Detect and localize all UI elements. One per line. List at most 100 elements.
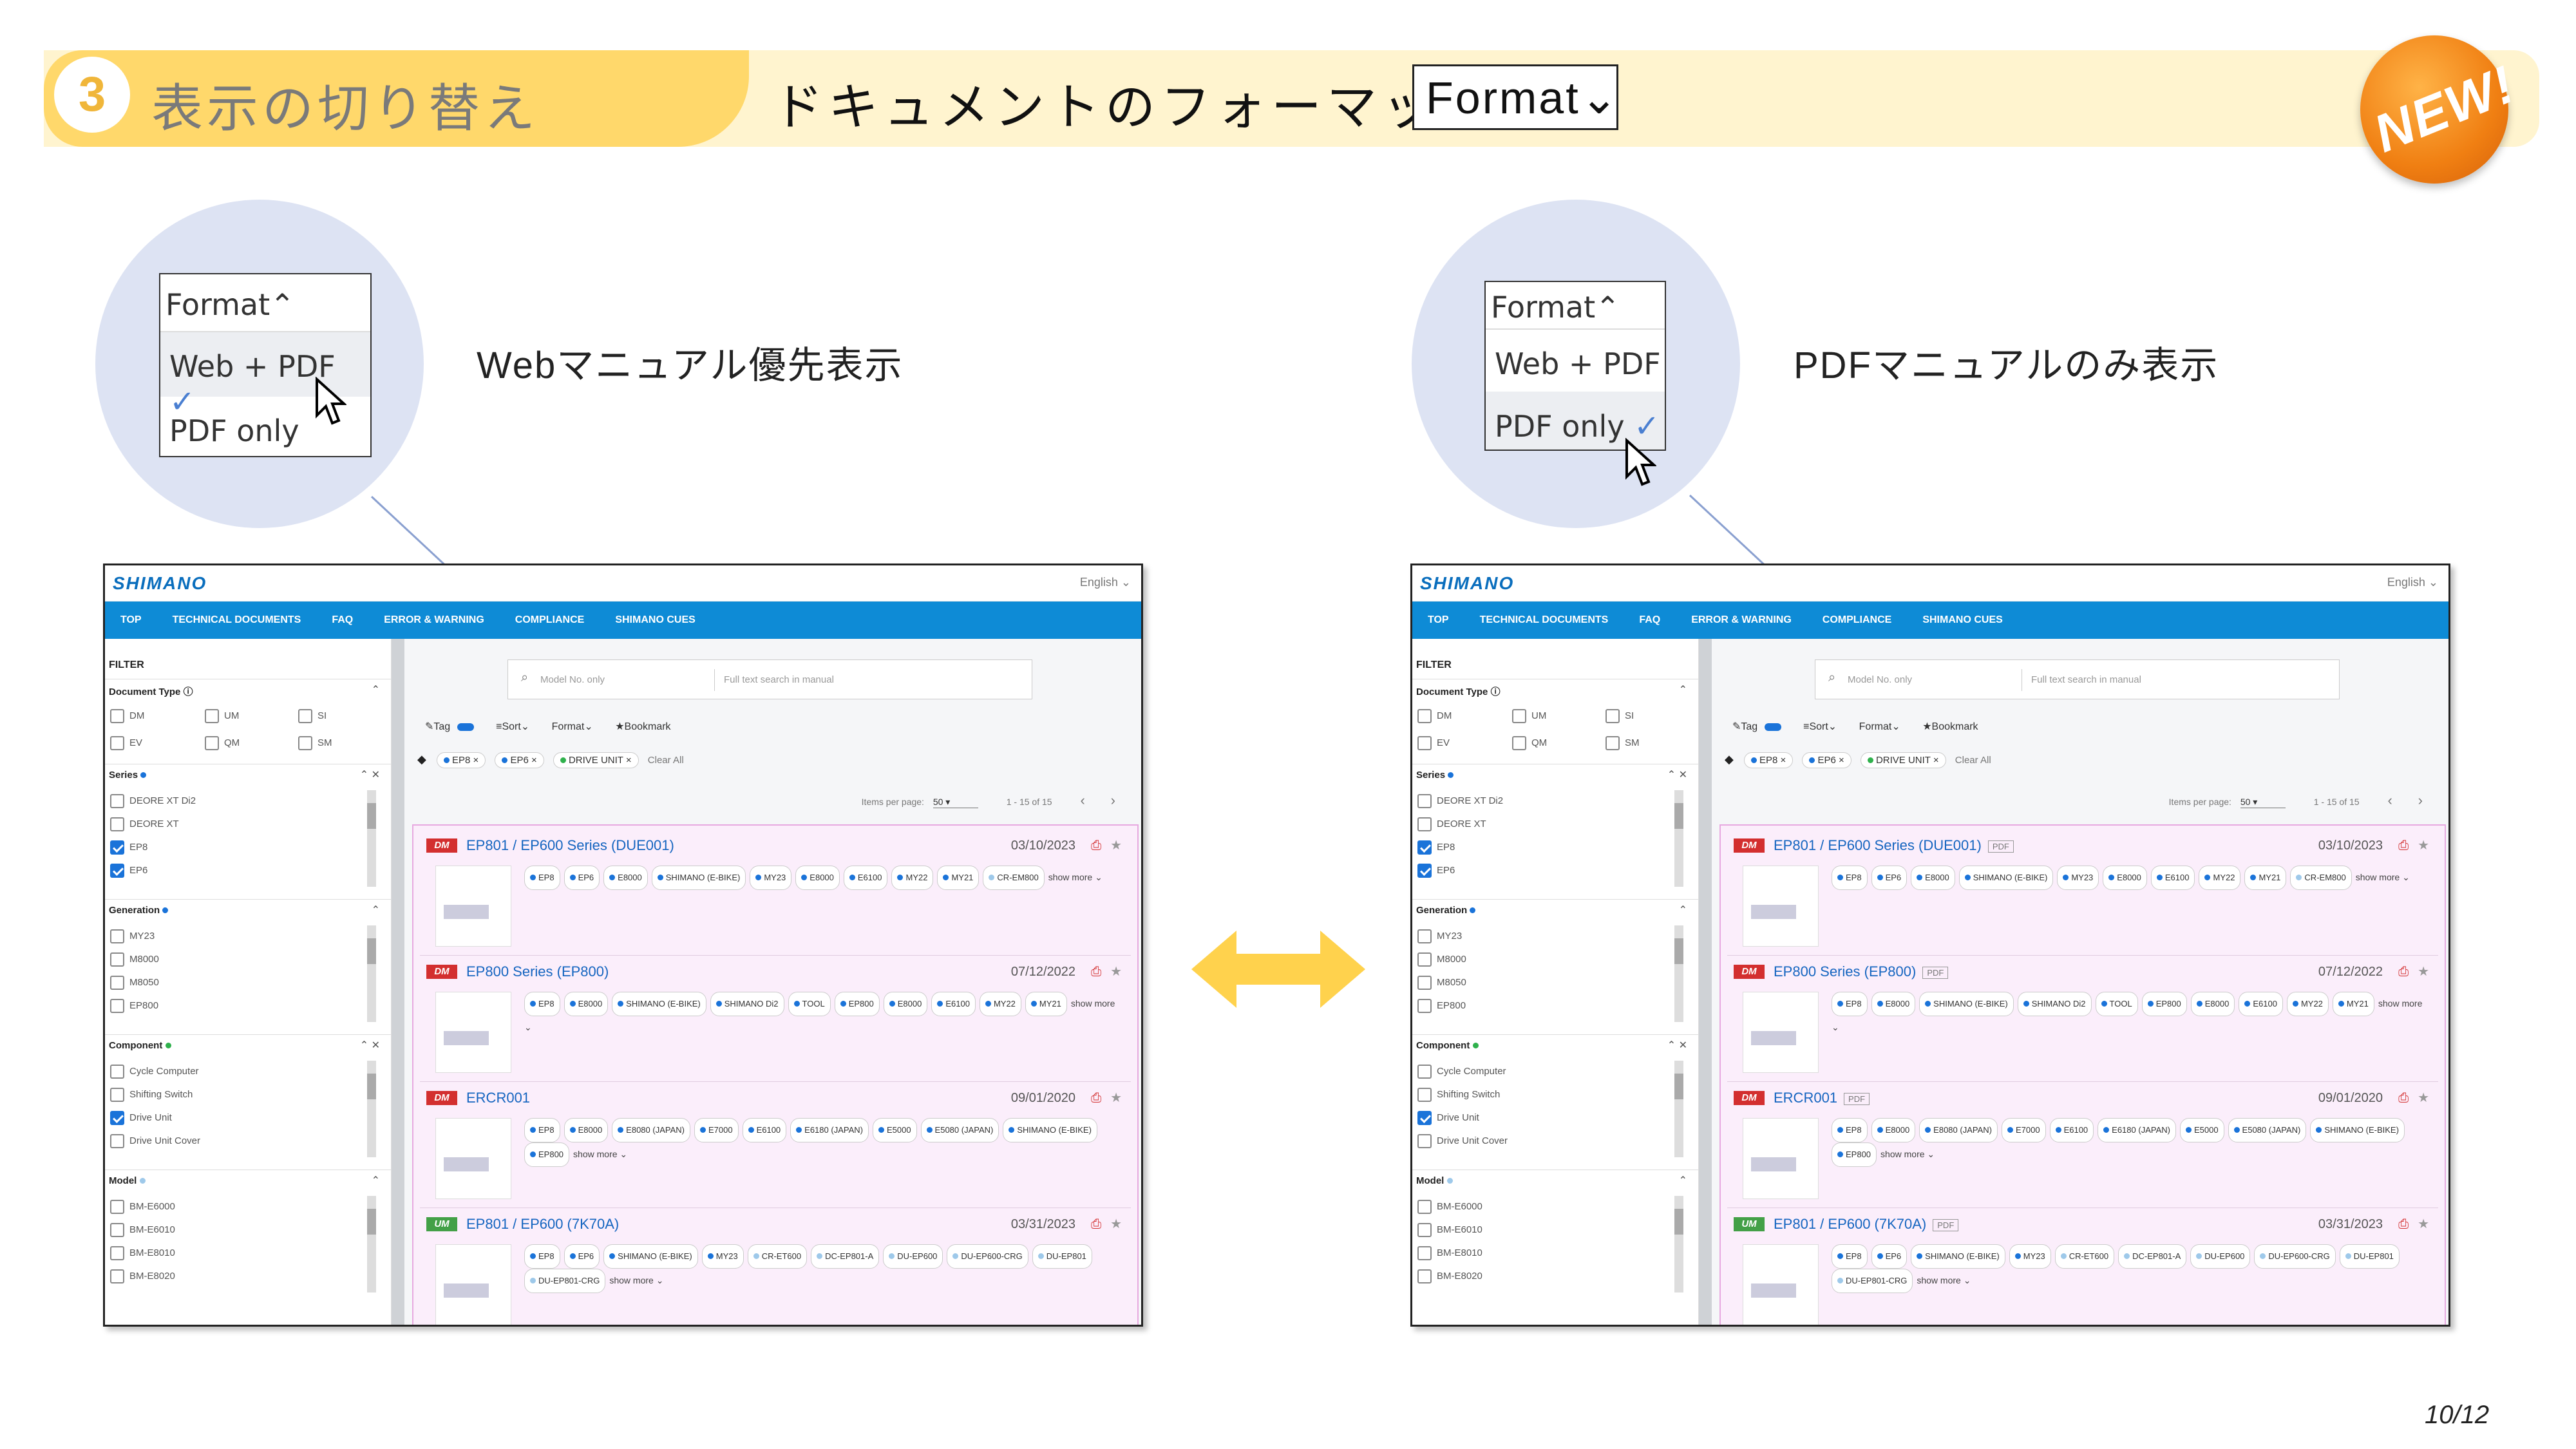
result-tag[interactable]: SHIMANO Di2 (710, 992, 784, 1016)
checkbox-component[interactable] (110, 1065, 124, 1079)
model-scrollbar[interactable] (367, 1196, 376, 1293)
checkbox-dm[interactable] (110, 709, 124, 723)
result-title-link[interactable]: EP801 / EP600 (7K70A) (466, 1216, 619, 1233)
document-thumbnail[interactable] (1743, 1244, 1819, 1325)
result-tag[interactable]: DC-EP801-A (2118, 1244, 2187, 1269)
collapse-icon[interactable]: ⌃ (372, 683, 380, 696)
pdf-icon[interactable]: ⎙ (1091, 838, 1101, 853)
result-tag[interactable]: EP8 (1832, 1244, 1868, 1269)
result-tag[interactable]: MY22 (2286, 992, 2329, 1016)
generation-scrollbar[interactable] (1674, 925, 1683, 1022)
search-icon[interactable]: ⌕ (1828, 670, 1835, 685)
format-menu-title[interactable]: Format⌃ (1486, 282, 1665, 330)
result-card[interactable]: UM EP801 / EP600 (7K70A) 03/31/2023 ⎙ ★ EP8 EP… (420, 1208, 1131, 1325)
star-icon[interactable]: ★ (2418, 838, 2429, 853)
result-tag[interactable]: DU-EP801 (1032, 1244, 1092, 1269)
result-tag[interactable]: E8080 (JAPAN) (1919, 1118, 1998, 1142)
fulltext-search-input[interactable]: Full text search in manual (724, 674, 834, 685)
model-search-input[interactable]: Model No. only (540, 674, 605, 685)
checkbox-model[interactable] (110, 1246, 124, 1260)
language-select[interactable]: English ⌄ (1080, 576, 1131, 589)
checkbox-series[interactable] (110, 840, 124, 855)
shimano-logo[interactable]: SHIMANO (1420, 573, 1514, 594)
checkbox-series[interactable] (1417, 817, 1432, 831)
result-title-link[interactable]: EP800 Series (EP800) PDF (1774, 963, 1949, 980)
checkbox-qm[interactable] (1512, 736, 1526, 750)
result-tag[interactable]: DU-EP801-CRG (1832, 1269, 1913, 1293)
nav-technical-documents[interactable]: TECHNICAL DOCUMENTS (1480, 614, 1609, 626)
result-card[interactable]: DM EP801 / EP600 Series (DUE001) PDF 03/10/… (1727, 829, 2438, 956)
result-tag[interactable]: EP8 (1832, 1118, 1868, 1142)
result-tag[interactable]: SHIMANO (E-BIKE) (603, 1244, 698, 1269)
result-tag[interactable]: E8000 (603, 866, 648, 890)
result-title-link[interactable]: ERCR001 PDF (1774, 1090, 1870, 1106)
option-web-pdf[interactable]: Web + PDF (1486, 330, 1665, 392)
checkbox-component[interactable] (1417, 1134, 1432, 1148)
star-icon[interactable]: ★ (1110, 1217, 1122, 1231)
result-title-link[interactable]: EP801 / EP600 (7K70A) PDF (1774, 1216, 1959, 1233)
result-tag[interactable]: SHIMANO (E-BIKE) (2310, 1118, 2405, 1142)
nav-shimano-cues[interactable]: SHIMANO CUES (1922, 614, 2002, 626)
collapse-icon[interactable]: ⌃ (1679, 683, 1687, 696)
checkbox-component[interactable] (110, 1088, 124, 1102)
result-tag[interactable]: DU-EP801 (2339, 1244, 2400, 1269)
nav-compliance[interactable]: COMPLIANCE (1823, 614, 1892, 626)
result-tag[interactable]: CR-ET600 (747, 1244, 808, 1269)
checkbox-ev[interactable] (1417, 736, 1432, 750)
star-icon[interactable]: ★ (1110, 1091, 1122, 1105)
result-tag[interactable]: EP8 (1832, 866, 1868, 890)
pdf-icon[interactable]: ⎙ (2398, 965, 2409, 979)
result-card[interactable]: DM ERCR001 PDF 09/01/2020 ⎙ ★ EP8 E8000 E8080 (J… (1727, 1082, 2438, 1208)
show-more-link[interactable]: show more ⌄ (1880, 1149, 1935, 1159)
checkbox-component[interactable] (1417, 1088, 1432, 1102)
toggle-switch[interactable] (1764, 723, 1781, 731)
result-title-link[interactable]: EP800 Series (EP800) (466, 963, 609, 980)
checkbox-sm[interactable] (298, 736, 312, 750)
document-thumbnail[interactable] (435, 1244, 511, 1325)
checkbox-series[interactable] (1417, 840, 1432, 855)
nav-top[interactable]: TOP (120, 614, 142, 626)
result-tag[interactable]: EP800 (834, 992, 880, 1016)
active-tag[interactable]: EP8 × (1744, 752, 1794, 768)
nav-shimano-cues[interactable]: SHIMANO CUES (615, 614, 695, 626)
result-tag[interactable]: E8080 (JAPAN) (612, 1118, 690, 1142)
checkbox-dm[interactable] (1417, 709, 1432, 723)
result-tag[interactable]: E6100 (2239, 992, 2283, 1016)
model-scrollbar[interactable] (1674, 1196, 1683, 1293)
result-title-link[interactable]: ERCR001 (466, 1090, 530, 1106)
active-tag[interactable]: EP6 × (495, 752, 544, 768)
pdf-icon[interactable]: ⎙ (1091, 1217, 1101, 1231)
pdf-icon[interactable]: ⎙ (2398, 838, 2409, 853)
bookmark-button[interactable]: ★Bookmark (1922, 721, 1978, 732)
result-tag[interactable]: MY22 (2199, 866, 2241, 890)
active-tag[interactable]: EP8 × (437, 752, 486, 768)
pdf-icon[interactable]: ⎙ (2398, 1091, 2409, 1105)
result-tag[interactable]: E8000 (1871, 992, 1916, 1016)
checkbox-um[interactable] (1512, 709, 1526, 723)
star-icon[interactable]: ★ (1110, 965, 1122, 979)
collapse-close-icon[interactable]: ⌃ ✕ (1667, 1039, 1687, 1052)
star-icon[interactable]: ★ (2418, 1091, 2429, 1105)
show-more-link[interactable]: show more ⌄ (573, 1149, 627, 1159)
checkbox-model[interactable] (1417, 1269, 1432, 1283)
result-tag[interactable]: E8000 (883, 992, 928, 1016)
format-button[interactable]: Format⌄ (1859, 721, 1900, 732)
result-tag[interactable]: DC-EP801-A (811, 1244, 880, 1269)
result-tag[interactable]: E6100 (843, 866, 888, 890)
result-tag[interactable]: E7000 (2001, 1118, 2046, 1142)
nav-faq[interactable]: FAQ (332, 614, 353, 626)
result-tag[interactable]: DU-EP600-CRG (947, 1244, 1028, 1269)
result-tag[interactable]: E6100 (2150, 866, 2195, 890)
result-tag[interactable]: EP6 (564, 1244, 600, 1269)
document-thumbnail[interactable] (435, 1118, 511, 1199)
component-scrollbar[interactable] (367, 1061, 376, 1157)
checkbox-series[interactable] (110, 864, 124, 878)
collapse-close-icon[interactable]: ⌃ ✕ (360, 1039, 380, 1052)
result-tag[interactable]: TOOL (2095, 992, 2138, 1016)
result-tag[interactable]: SHIMANO (E-BIKE) (1911, 1244, 2005, 1269)
result-tag[interactable]: DU-EP600 (883, 1244, 943, 1269)
result-title-link[interactable]: EP801 / EP600 Series (DUE001) PDF (1774, 837, 2014, 854)
document-thumbnail[interactable] (435, 866, 511, 947)
result-tag[interactable]: CR-EM800 (983, 866, 1045, 890)
sort-button[interactable]: Sort⌄ (502, 721, 529, 732)
